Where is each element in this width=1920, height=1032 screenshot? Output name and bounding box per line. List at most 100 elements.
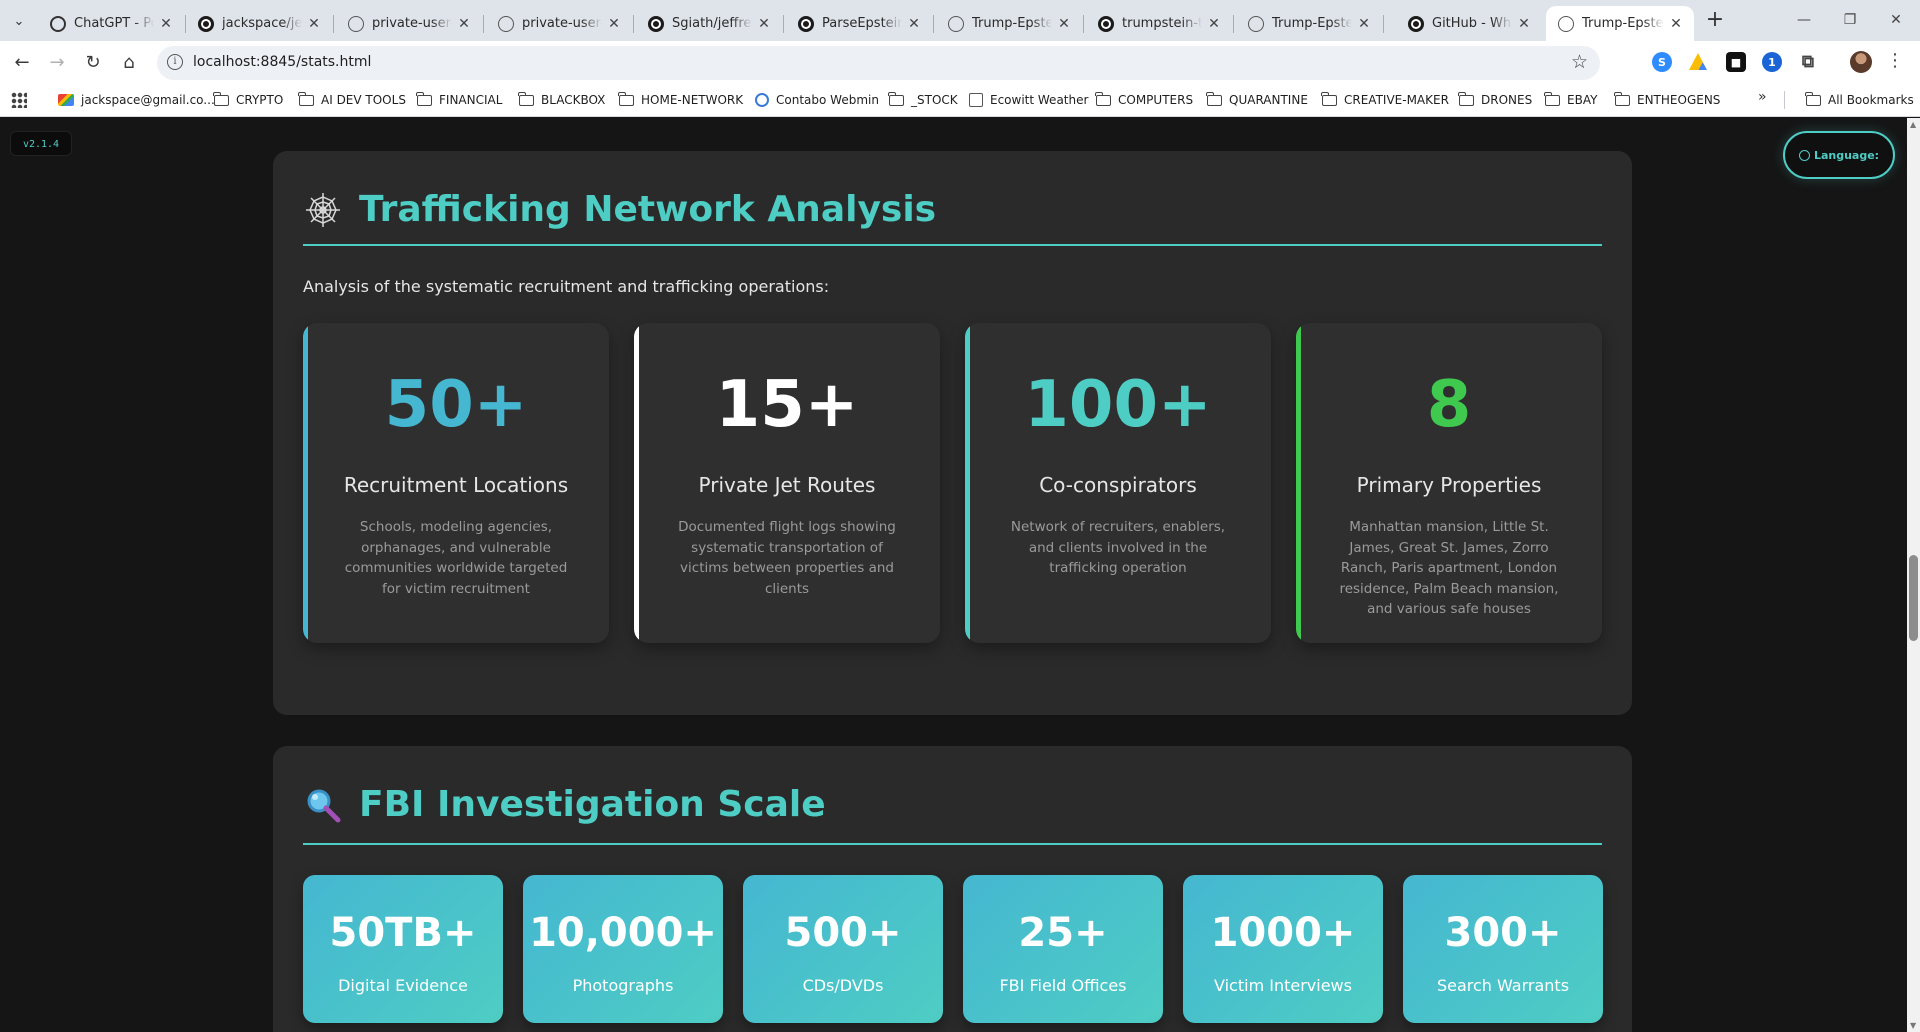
stat-label: Recruitment Locations: [343, 473, 569, 497]
bookmarks-overflow-chevron-icon[interactable]: »: [1758, 89, 1767, 105]
bookmark-ecowitt-weather[interactable]: Ecowitt Weather: [969, 90, 1088, 110]
address-bar[interactable]: i localhost:8845/stats.html ☆: [157, 46, 1600, 80]
chatgpt-icon: [50, 15, 66, 32]
tab-github-parse[interactable]: ParseEpsteinLo ✕: [786, 6, 932, 41]
bookmark-folder-crypto[interactable]: CRYPTO: [213, 90, 283, 110]
site-info-icon[interactable]: i: [167, 54, 183, 70]
tab-separator: [333, 15, 334, 33]
tab-private-user-2[interactable]: private-user-im ✕: [486, 6, 632, 41]
tab-chatgpt[interactable]: ChatGPT - Poli ✕: [38, 6, 184, 41]
password-manager-icon[interactable]: 1: [1762, 52, 1782, 72]
bookmark-star-icon[interactable]: ☆: [1571, 51, 1588, 73]
stat-number: 10,000+: [529, 910, 717, 956]
tab-github-where[interactable]: GitHub - Where ✕: [1396, 6, 1542, 41]
close-icon[interactable]: ✕: [158, 16, 174, 32]
close-icon[interactable]: ✕: [906, 16, 922, 32]
bookmark-folder-financial[interactable]: FINANCIAL: [416, 90, 502, 110]
extension-icon[interactable]: ■: [1726, 52, 1746, 72]
all-bookmarks-button[interactable]: All Bookmarks: [1805, 90, 1914, 110]
bookmark-folder-home-network[interactable]: HOME-NETWORK: [618, 90, 743, 110]
apps-grid-icon[interactable]: [11, 92, 27, 108]
folder-icon: [518, 91, 534, 106]
menu-kebab-icon[interactable]: ⋮: [1886, 51, 1904, 73]
url-text[interactable]: localhost:8845/stats.html: [193, 54, 371, 70]
reload-icon[interactable]: ↻: [78, 47, 108, 77]
globe-icon: [498, 15, 514, 32]
spider-web-icon: [303, 190, 343, 230]
tab-private-user-1[interactable]: private-user-im ✕: [336, 6, 482, 41]
stat-card-primary-properties: 8 Primary Properties Manhattan mansion, …: [1296, 323, 1602, 643]
language-button[interactable]: Language:: [1783, 131, 1895, 179]
folder-icon: [298, 91, 314, 106]
forward-arrow-icon[interactable]: →: [42, 47, 72, 77]
minimize-button[interactable]: —: [1781, 0, 1827, 40]
close-icon[interactable]: ✕: [456, 16, 472, 32]
bookmark-folder-creative-maker[interactable]: CREATIVE-MAKER: [1321, 90, 1449, 110]
globe-icon: [1798, 149, 1810, 161]
folder-icon: [888, 91, 904, 106]
page-viewport: v2.1.4 Language: Trafficking Network Ana…: [0, 118, 1907, 1032]
close-icon[interactable]: ✕: [606, 16, 622, 32]
bookmark-folder-quarantine[interactable]: QUARANTINE: [1206, 90, 1308, 110]
stat-number: 25+: [1018, 910, 1108, 956]
github-icon: [798, 15, 814, 32]
folder-icon: [416, 91, 432, 106]
stat-description: Network of recruiters, enablers, and cli…: [1010, 519, 1226, 576]
fbi-section: FBI Investigation Scale 50TB+ Digital Ev…: [273, 746, 1632, 1032]
bookmark-folder-drones[interactable]: DRONES: [1458, 90, 1532, 110]
tab-title: Trump-Epstein: [1272, 16, 1352, 31]
tab-trump-epstein-active[interactable]: Trump-Epstein ✕: [1546, 6, 1694, 41]
page-scrollbar[interactable]: ▲ ▼: [1907, 118, 1920, 1032]
globe-icon: [1248, 15, 1264, 32]
tab-trump-epstein-1[interactable]: Trump-Epstein ✕: [936, 6, 1082, 41]
stat-label: Primary Properties: [1356, 473, 1542, 497]
close-icon[interactable]: ✕: [1668, 16, 1684, 32]
tab-search-icon[interactable]: ⌄: [6, 8, 32, 34]
section-divider: [303, 244, 1602, 246]
close-icon[interactable]: ✕: [1516, 16, 1532, 32]
bookmark-label: AI DEV TOOLS: [321, 93, 406, 107]
close-icon[interactable]: ✕: [756, 16, 772, 32]
puzzle-icon[interactable]: ⧉: [1798, 52, 1818, 72]
home-icon[interactable]: ⌂: [114, 47, 144, 77]
bookmark-folder-stock[interactable]: _STOCK: [888, 90, 958, 110]
bookmark-folder-blackbox[interactable]: BLACKBOX: [518, 90, 605, 110]
scroll-up-arrow-icon[interactable]: ▲: [1910, 120, 1916, 129]
extension-icon[interactable]: S: [1652, 52, 1672, 72]
close-icon[interactable]: ✕: [1056, 16, 1072, 32]
webmin-icon: [755, 93, 769, 107]
tab-title: trumpstein-tim: [1122, 16, 1202, 31]
scrollbar-thumb[interactable]: [1909, 555, 1918, 641]
close-window-button[interactable]: ✕: [1873, 0, 1919, 40]
bookmark-gmail[interactable]: jackspace@gmail.co...: [58, 90, 215, 110]
stat-label: Co-conspirators: [1039, 473, 1197, 497]
bookmark-folder-ai-dev-tools[interactable]: AI DEV TOOLS: [298, 90, 406, 110]
tab-separator: [1083, 15, 1084, 33]
bookmark-contabo-webmin[interactable]: Contabo Webmin: [755, 90, 879, 110]
back-arrow-icon[interactable]: ←: [7, 47, 37, 77]
avatar[interactable]: [1850, 51, 1872, 73]
google-drive-icon[interactable]: [1689, 53, 1707, 70]
fbi-stat-search-warrants: 300+ Search Warrants: [1403, 875, 1603, 1023]
close-icon[interactable]: ✕: [306, 16, 322, 32]
globe-icon: [1558, 15, 1574, 32]
tab-github-jackspace[interactable]: jackspace/jeffr ✕: [186, 6, 332, 41]
close-icon[interactable]: ✕: [1356, 16, 1372, 32]
section-divider: [303, 843, 1602, 845]
tab-trump-epstein-2[interactable]: Trump-Epstein ✕: [1236, 6, 1382, 41]
stat-label: FBI Field Offices: [999, 976, 1127, 995]
bookmark-folder-entheogens[interactable]: ENTHEOGENS: [1614, 90, 1720, 110]
stat-label: Private Jet Routes: [698, 473, 876, 497]
weather-icon: [969, 93, 983, 107]
scroll-down-arrow-icon[interactable]: ▼: [1910, 1021, 1916, 1030]
new-tab-button[interactable]: +: [1702, 8, 1728, 34]
bookmark-label: EBAY: [1567, 93, 1598, 107]
stat-label: Digital Evidence: [338, 976, 468, 995]
tab-github-sgiath[interactable]: Sgiath/jeffrey- ✕: [636, 6, 782, 41]
bookmark-folder-ebay[interactable]: EBAY: [1544, 90, 1598, 110]
stat-number: 500+: [784, 910, 902, 956]
restore-button[interactable]: ❐: [1827, 0, 1873, 40]
tab-github-trumpstein[interactable]: trumpstein-tim ✕: [1086, 6, 1232, 41]
close-icon[interactable]: ✕: [1206, 16, 1222, 32]
bookmark-folder-computers[interactable]: COMPUTERS: [1095, 90, 1193, 110]
